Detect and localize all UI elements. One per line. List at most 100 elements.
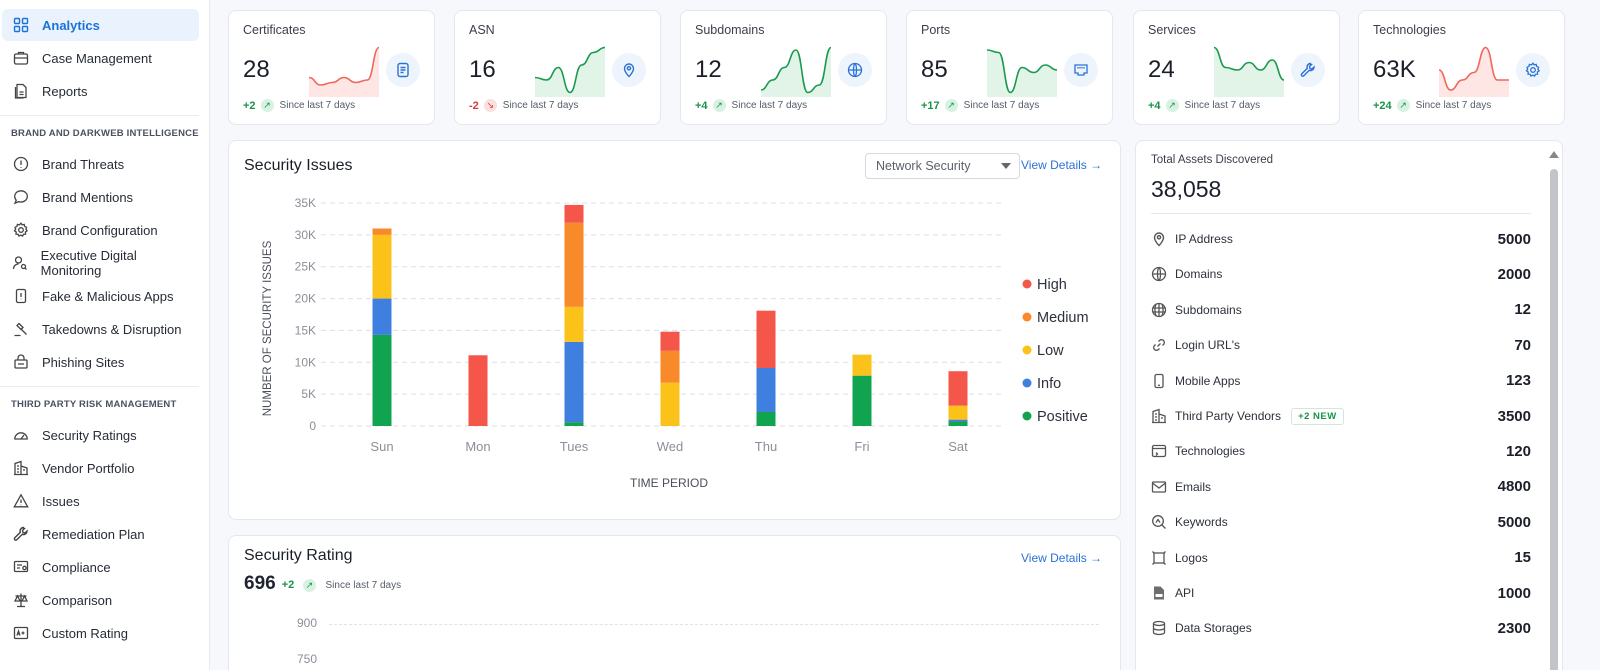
asset-row-subdomains[interactable]: Subdomains 12 [1151,298,1531,322]
browser-icon [1151,443,1167,459]
stat-delta: +2 [243,99,256,112]
issue-category-dropdown[interactable]: Network Security [865,153,1020,179]
warning-icon [12,492,30,510]
mobile-icon [1151,373,1167,389]
security-rating-summary: 696 +2 ↗ Since last 7 days [244,573,401,595]
asset-label: Emails [1175,479,1212,494]
sidebar-item-brand-threats[interactable]: Brand Threats [2,148,199,180]
legend-label-medium: Medium [1037,310,1089,326]
grid-icon [12,16,30,34]
sidebar: Analytics Case Management Reports BRAND AN… [0,0,210,670]
security-rating-view-details-link[interactable]: View Details → [1021,551,1102,565]
sidebar-item-security-ratings[interactable]: Security Ratings [2,419,199,451]
scroll-thumb[interactable] [1550,169,1558,670]
scroll-up-arrow-icon[interactable] [1549,151,1559,158]
sidebar-item-case-management[interactable]: Case Management [2,42,199,74]
security-rating-delta: +2 [281,579,295,591]
building-icon [1151,408,1167,424]
asset-label: Technologies [1175,444,1246,459]
building-icon [12,459,30,477]
new-badge: +2 NEW [1291,407,1344,425]
stat-delta: -2 [469,99,479,112]
asset-label: Login URL's [1175,338,1240,353]
asset-row-third-party-vendors[interactable]: Third Party Vendors +2 NEW 3500 [1151,404,1531,428]
bar-segment-medium-sun [372,228,392,235]
asset-label: Mobile Apps [1175,373,1241,388]
globe-icon [838,53,872,87]
asset-row-login-url-s[interactable]: Login URL's 70 [1151,333,1531,357]
stat-delta: +24 [1373,99,1392,112]
stat-delta: +4 [695,99,708,112]
bar-segment-positive-sat [948,421,968,426]
sidebar-item-label: Executive Digital Monitoring [40,248,137,278]
dropdown-value: Network Security [876,159,971,173]
sidebar-item-issues[interactable]: Issues [2,485,199,517]
sidebar-item-compliance[interactable]: Compliance [2,551,199,583]
stat-since: Since last 7 days [731,100,808,111]
sidebar-item-executive-digital-monitoring[interactable]: Executive Digital Monitoring [2,247,199,279]
stat-card-asn[interactable]: ASN 16 -2 ↘ Since last 7 days [454,10,661,125]
sidebar-item-analytics[interactable]: Analytics [2,9,199,41]
stat-value: 16 [469,56,496,83]
stat-card-services[interactable]: Services 24 +4 ↗ Since last 7 days [1133,10,1340,125]
assets-divider [1151,213,1531,214]
assets-scrollbar[interactable] [1548,141,1562,670]
security-rating-value: 696 [244,573,276,594]
stat-card-subdomains[interactable]: Subdomains 12 +4 ↗ Since last 7 days [680,10,887,125]
sidebar-item-remediation-plan[interactable]: Remediation Plan [2,518,199,550]
sparkline [309,46,379,97]
asset-row-domains[interactable]: Domains 2000 [1151,262,1531,286]
asset-value: 1000 [1497,584,1531,602]
asset-value: 12 [1514,301,1531,319]
globe-grid-icon [1151,302,1167,318]
asset-row-logos[interactable]: Logos 15 [1151,546,1531,570]
sidebar-item-label: Phishing Sites [42,354,125,370]
sidebar-item-brand-mentions[interactable]: Brand Mentions [2,181,199,213]
sidebar-item-label: Remediation Plan [42,526,145,542]
security-rating-since: Since last 7 days [325,580,402,591]
legend-swatch-info [1022,378,1032,388]
legend-label-info: Info [1037,376,1061,392]
briefcase-icon [12,49,30,67]
stat-title: Ports [921,23,951,37]
sidebar-item-label: Analytics [42,17,100,33]
legend-swatch-high [1022,279,1032,289]
sparkline [1439,46,1509,97]
arrow-right-icon: → [1090,158,1103,172]
asset-row-data-storages[interactable]: Data Storages 2300 [1151,616,1531,640]
stat-card-ports[interactable]: Ports 85 +17 ↗ Since last 7 days [906,10,1113,125]
assets-panel: Total Assets Discovered 38,058 IP Addres… [1135,140,1563,670]
asset-row-keywords[interactable]: Keywords 5000 [1151,510,1531,534]
section-title-brand: BRAND AND DARKWEB INTELLIGENCE [0,115,199,147]
hook-icon [12,353,30,371]
sidebar-item-comparison[interactable]: Comparison [2,584,199,616]
x-tick-label: Wed [657,439,684,454]
sidebar-item-brand-configuration[interactable]: Brand Configuration [2,214,199,246]
sidebar-item-fake-malicious-apps[interactable]: Fake & Malicious Apps [2,280,199,312]
asset-row-emails[interactable]: Emails 4800 [1151,475,1531,499]
asset-label: Logos [1175,550,1208,565]
sidebar-item-takedowns-disruption[interactable]: Takedowns & Disruption [2,313,199,345]
x-tick-label: Fri [854,439,869,454]
bar-segment-high-wed [660,331,680,351]
sidebar-item-label: Compliance [42,559,111,575]
asset-value: 5000 [1497,230,1531,248]
asset-row-api[interactable]: API 1000 [1151,581,1531,605]
sidebar-item-phishing-sites[interactable]: Phishing Sites [2,346,199,378]
sparkline [761,46,831,97]
arrow-up-right-icon: ↗ [712,99,726,112]
asset-row-ip-address[interactable]: IP Address 5000 [1151,227,1531,251]
sidebar-item-label: Reports [42,83,88,99]
security-issues-view-details-link[interactable]: View Details → [1021,158,1102,172]
sidebar-item-custom-rating[interactable]: Custom Rating [2,617,199,649]
bar-segment-low-sun [372,234,392,299]
sidebar-item-vendor-portfolio[interactable]: Vendor Portfolio [2,452,199,484]
asset-label: Keywords [1175,515,1228,530]
stat-card-technologies[interactable]: Technologies 63K +24 ↗ Since last 7 days [1358,10,1565,125]
asset-row-mobile-apps[interactable]: Mobile Apps 123 [1151,369,1531,393]
legend-label-high: High [1037,277,1067,293]
stat-card-certificates[interactable]: Certificates 28 +2 ↗ Since last 7 days [228,10,435,125]
sidebar-item-reports[interactable]: Reports [2,75,199,107]
alert-circle-icon [12,155,30,173]
asset-row-technologies[interactable]: Technologies 120 [1151,439,1531,463]
